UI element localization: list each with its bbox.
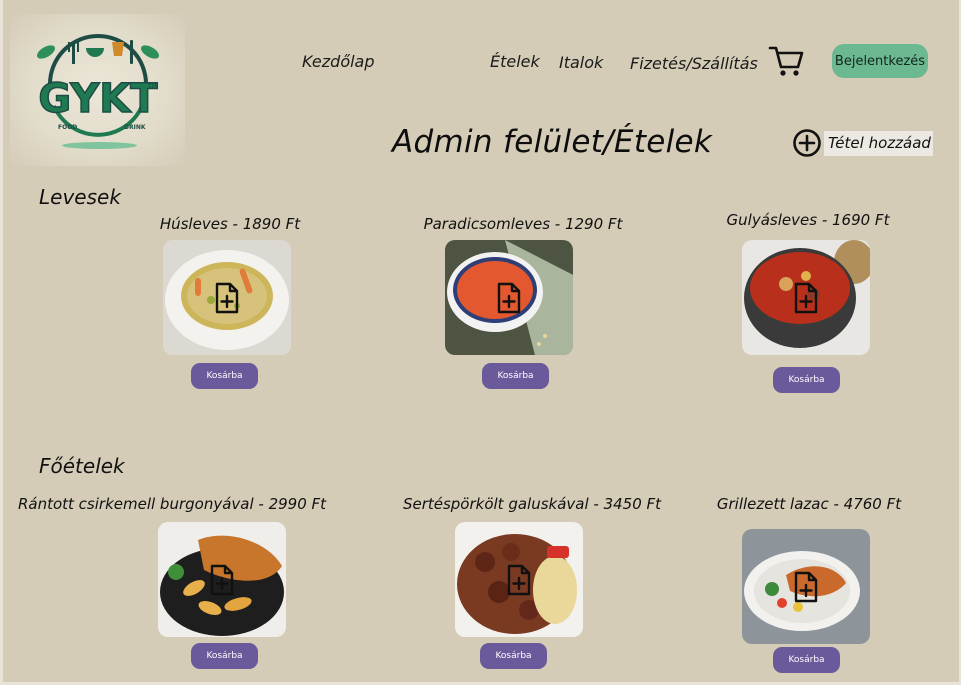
dish-image-chicken-soup[interactable]: [163, 240, 291, 355]
nav-foods[interactable]: Ételek: [490, 52, 540, 71]
logo-tm: TM: [147, 83, 157, 90]
plus-circle-icon: [793, 129, 821, 157]
section-title-main-courses: Főételek: [39, 454, 125, 478]
logo-food-label: FOOD: [58, 124, 77, 131]
dish-image-goulash-soup[interactable]: [742, 240, 870, 355]
add-to-cart-button[interactable]: Kosárba: [773, 367, 840, 393]
dish-image-pork-stew[interactable]: [455, 522, 583, 637]
file-add-icon: [215, 282, 239, 313]
dish-title: Paradicsomleves - 1290 Ft: [423, 215, 623, 233]
dish-image-breaded-chicken[interactable]: [158, 522, 286, 637]
add-item-label: Tétel hozzáad: [824, 130, 933, 156]
file-add-icon: [497, 282, 521, 313]
add-item-button[interactable]: Tétel hozzáad: [792, 128, 933, 158]
add-to-cart-button[interactable]: Kosárba: [191, 363, 258, 389]
file-add-icon: [794, 282, 818, 313]
file-add-icon: [507, 564, 531, 595]
shopping-cart-icon[interactable]: [768, 44, 804, 78]
dish-title: Sertéspörkölt galuskával - 3450 Ft: [402, 495, 662, 513]
login-button[interactable]: Bejelentkezés: [832, 44, 928, 78]
dish-title: Húsleves - 1890 Ft: [159, 215, 301, 233]
logo-underline: [62, 142, 137, 149]
nav-payment-shipping[interactable]: Fizetés/Szállítás: [630, 54, 758, 73]
page-title: Admin felület/Ételek: [392, 124, 713, 160]
file-add-icon: [794, 571, 818, 602]
dish-image-grilled-salmon[interactable]: [742, 529, 870, 644]
dish-image-tomato-soup[interactable]: [445, 240, 573, 355]
brand-logo[interactable]: GYKT TM FOOD DRINK: [10, 14, 185, 166]
add-to-cart-button[interactable]: Kosárba: [482, 363, 549, 389]
nav-home[interactable]: Kezdőlap: [302, 52, 375, 71]
dish-title: Gulyásleves - 1690 Ft: [726, 211, 890, 229]
section-title-soups: Levesek: [39, 185, 121, 209]
dish-title: Rántott csirkemell burgonyával - 2990 Ft: [17, 495, 327, 513]
add-to-cart-button[interactable]: Kosárba: [480, 643, 547, 669]
nav-drinks[interactable]: Italok: [559, 53, 603, 72]
add-to-cart-button[interactable]: Kosárba: [191, 643, 258, 669]
file-add-icon: [210, 564, 234, 595]
dish-title: Grillezett lazac - 4760 Ft: [716, 495, 902, 513]
logo-wordmark: GYKT: [38, 76, 158, 122]
logo-drink-label: DRINK: [124, 124, 146, 131]
add-to-cart-button[interactable]: Kosárba: [773, 647, 840, 673]
logo-emblem-icon: GYKT TM FOOD DRINK: [36, 34, 159, 137]
